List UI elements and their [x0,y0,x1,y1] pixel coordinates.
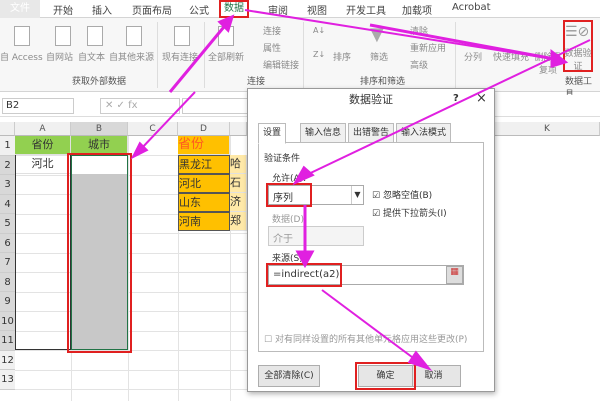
annotation-arrows [130,9,591,372]
arrow-to-ok [321,289,421,364]
arrowhead [407,350,433,372]
arrowhead [292,165,315,186]
arrow-to-range [139,91,196,151]
arrow-to-allow [299,39,591,179]
arrow-to-data-tab [168,21,230,93]
arrow-to-validation [369,23,561,62]
arrowhead [295,250,315,269]
